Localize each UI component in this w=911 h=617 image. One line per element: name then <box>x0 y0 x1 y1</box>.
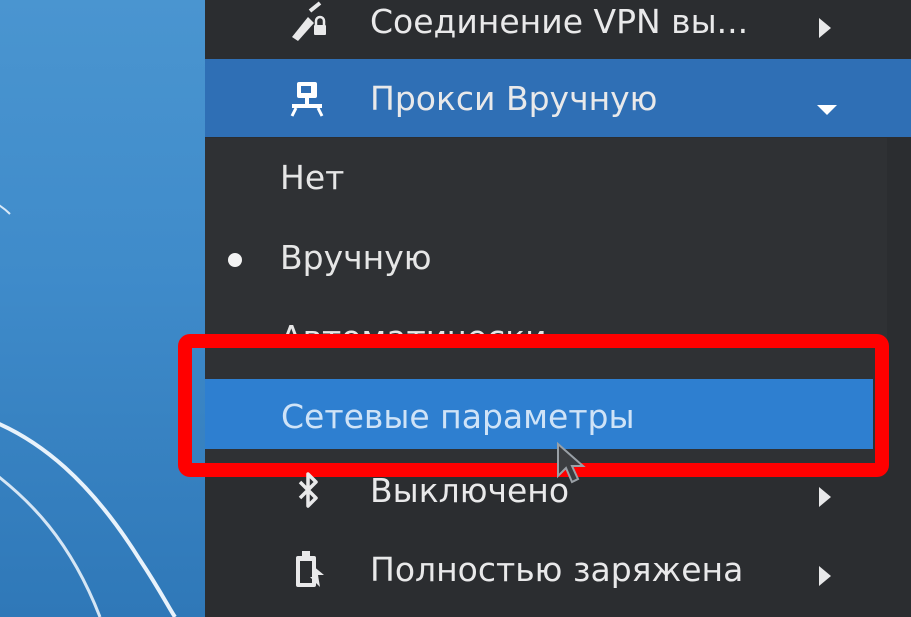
bluetooth-label: Выключено <box>370 470 570 510</box>
battery-label: Полностью заряжена <box>370 549 744 589</box>
battery-icon <box>288 549 328 589</box>
proxy-icon <box>288 78 328 118</box>
vpn-lock-icon <box>288 1 328 41</box>
chevron-down-icon <box>815 88 839 115</box>
menu-item-vpn[interactable]: Соединение VPN вы... <box>205 0 911 60</box>
chevron-right-icon <box>815 478 835 507</box>
menu-item-proxy[interactable]: Прокси Вручную <box>205 59 911 137</box>
menu-item-battery[interactable]: Полностью заряжена <box>205 530 911 608</box>
vpn-label: Соединение VPN вы... <box>370 1 749 41</box>
selected-bullet-icon <box>228 253 242 267</box>
desktop-wallpaper <box>0 0 205 617</box>
proxy-label: Прокси Вручную <box>370 78 658 118</box>
chevron-right-icon <box>815 557 835 586</box>
bluetooth-icon <box>288 470 328 510</box>
menu-item-bluetooth[interactable]: Выключено <box>205 451 911 529</box>
chevron-right-icon <box>815 9 835 38</box>
